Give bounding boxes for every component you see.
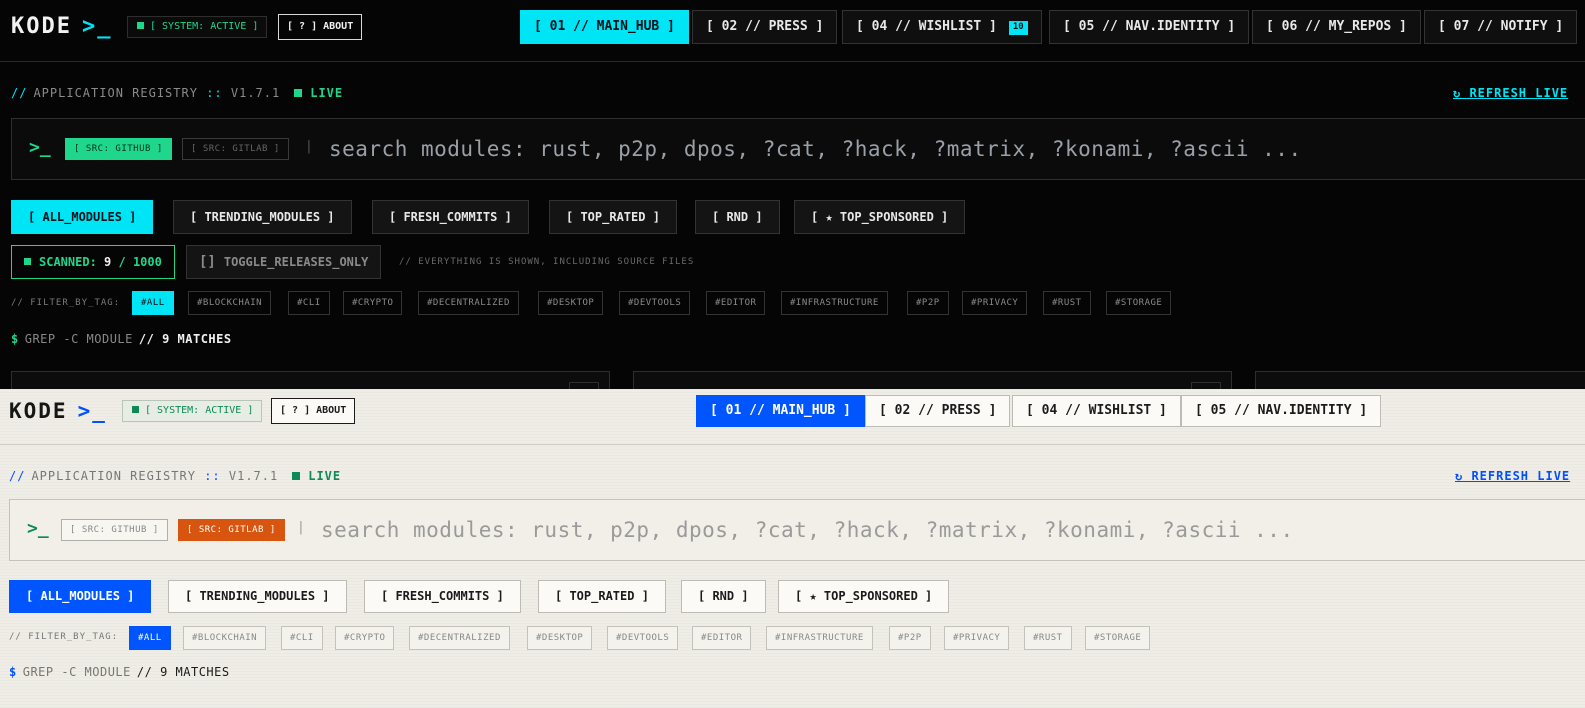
filter-top-sponsored[interactable]: [ ★ TOP_SPONSORED ] bbox=[794, 200, 966, 234]
filter-all-modules[interactable]: [ ALL_MODULES ] bbox=[11, 200, 154, 234]
filter-rnd[interactable]: [ RND ] bbox=[681, 580, 766, 613]
tag-blockchain[interactable]: #BLOCKCHAIN bbox=[188, 291, 272, 315]
tag-rust[interactable]: #RUST bbox=[1024, 626, 1072, 650]
filter-fresh-commits[interactable]: [ FRESH_COMMITS ] bbox=[364, 580, 521, 613]
registry-header: //APPLICATION REGISTRY :: V1.7.1 LIVE bbox=[11, 86, 344, 100]
tag-decentralized[interactable]: #DECENTRALIZED bbox=[418, 291, 519, 315]
logo[interactable]: KODE >_ bbox=[11, 14, 112, 39]
dark-theme-panel: KODE >_ [ SYSTEM: ACTIVE ] [ ? ] ABOUT [ … bbox=[0, 0, 1585, 392]
top-navbar: KODE >_ [ SYSTEM: ACTIVE ] [ ? ] ABOUT [ … bbox=[0, 0, 1585, 62]
search-input[interactable] bbox=[329, 131, 1529, 167]
tag-privacy[interactable]: #PRIVACY bbox=[944, 626, 1010, 650]
tag-cli[interactable]: #CLI bbox=[288, 291, 330, 315]
nav-main-hub[interactable]: [ 01 // MAIN_HUB ] bbox=[520, 10, 689, 44]
tag-cli[interactable]: #CLI bbox=[281, 626, 323, 650]
system-status-badge: [ SYSTEM: ACTIVE ] bbox=[122, 400, 263, 422]
tag-editor[interactable]: #EDITOR bbox=[706, 291, 766, 315]
checkbox-icon: [] bbox=[199, 254, 216, 270]
tag-desktop[interactable]: #DESKTOP bbox=[538, 291, 604, 315]
live-square-icon bbox=[292, 472, 301, 480]
nav-main-hub[interactable]: [ 01 // MAIN_HUB ] bbox=[696, 395, 865, 427]
tag-blockchain[interactable]: #BLOCKCHAIN bbox=[183, 626, 267, 650]
tag-crypto[interactable]: #CRYPTO bbox=[335, 626, 395, 650]
tag-devtools[interactable]: #DEVTOOLS bbox=[607, 626, 679, 650]
live-indicator: LIVE bbox=[294, 86, 343, 100]
nav-identity[interactable]: [ 05 // NAV.IDENTITY ] bbox=[1049, 10, 1250, 44]
grep-result-line: $ GREP -C MODULE// 9 MATCHES bbox=[11, 332, 232, 346]
tag-crypto[interactable]: #CRYPTO bbox=[343, 291, 403, 315]
light-theme-panel: KODE >_ [ SYSTEM: ACTIVE ] [ ? ] ABOUT [ … bbox=[0, 389, 1585, 708]
tag-desktop[interactable]: #DESKTOP bbox=[527, 626, 593, 650]
src-github-toggle[interactable]: [ SRC: GITHUB ] bbox=[61, 519, 168, 541]
search-bar: >_ [ SRC: GITHUB ] [ SRC: GITLAB ] | bbox=[11, 118, 1585, 180]
logo[interactable]: KODE >_ bbox=[9, 399, 107, 423]
filter-rnd[interactable]: [ RND ] bbox=[695, 200, 780, 234]
tag-all[interactable]: #ALL bbox=[129, 626, 171, 650]
tag-storage[interactable]: #STORAGE bbox=[1085, 626, 1151, 650]
tag-editor[interactable]: #EDITOR bbox=[692, 626, 752, 650]
system-status-badge: [ SYSTEM: ACTIVE ] bbox=[127, 16, 268, 38]
status-square-icon bbox=[137, 22, 144, 29]
filter-top-sponsored[interactable]: [ ★ TOP_SPONSORED ] bbox=[778, 580, 950, 613]
search-prompt-icon: >_ bbox=[29, 137, 51, 158]
nav-press[interactable]: [ 02 // PRESS ] bbox=[692, 10, 838, 44]
toggle-hint: // EVERYTHING IS SHOWN, INCLUDING SOURCE… bbox=[399, 257, 695, 267]
filter-top-rated[interactable]: [ TOP_RATED ] bbox=[549, 200, 677, 234]
toggle-releases-only[interactable]: [] TOGGLE_RELEASES_ONLY bbox=[186, 245, 382, 279]
scanned-counter: SCANNED: 9 / 1000 bbox=[11, 245, 175, 279]
status-square-icon bbox=[132, 406, 139, 413]
logo-prompt-icon: >_ bbox=[77, 399, 107, 423]
tag-devtools[interactable]: #DEVTOOLS bbox=[619, 291, 691, 315]
scanned-square-icon bbox=[24, 258, 31, 265]
wishlist-count-badge: 10 bbox=[1008, 21, 1028, 35]
nav-my-repos[interactable]: [ 06 // MY_REPOS ] bbox=[1252, 10, 1421, 44]
nav-press[interactable]: [ 02 // PRESS ] bbox=[865, 395, 1011, 427]
about-button[interactable]: [ ? ] ABOUT bbox=[278, 14, 363, 40]
nav-notify[interactable]: [ 07 // NOTIFY ] bbox=[1424, 10, 1578, 44]
refresh-live-link[interactable]: ↻ REFRESH LIVE bbox=[1453, 86, 1568, 100]
tag-decentralized[interactable]: #DECENTRALIZED bbox=[409, 626, 510, 650]
filter-top-rated[interactable]: [ TOP_RATED ] bbox=[538, 580, 666, 613]
tag-infrastructure[interactable]: #INFRASTRUCTURE bbox=[781, 291, 888, 315]
filter-trending[interactable]: [ TRENDING_MODULES ] bbox=[168, 580, 347, 613]
tag-p2p[interactable]: #P2P bbox=[907, 291, 949, 315]
search-divider: | bbox=[305, 139, 313, 154]
tag-filter-label: // FILTER_BY_TAG: bbox=[11, 298, 121, 308]
tag-privacy[interactable]: #PRIVACY bbox=[962, 291, 1028, 315]
tag-filter-label: // FILTER_BY_TAG: bbox=[9, 632, 119, 642]
search-input[interactable] bbox=[321, 512, 1521, 548]
refresh-live-link[interactable]: ↻ REFRESH LIVE bbox=[1455, 469, 1570, 483]
nav-wishlist[interactable]: [ 04 // WISHLIST ] bbox=[1012, 395, 1181, 427]
top-navbar: KODE >_ [ SYSTEM: ACTIVE ] [ ? ] ABOUT [ … bbox=[0, 389, 1585, 445]
logo-prompt-icon: >_ bbox=[81, 14, 113, 39]
nav-identity[interactable]: [ 05 // NAV.IDENTITY ] bbox=[1181, 395, 1382, 427]
nav-wishlist[interactable]: [ 04 // WISHLIST ] 10 bbox=[842, 10, 1042, 44]
grep-result-line: $ GREP -C MODULE// 9 MATCHES bbox=[9, 665, 230, 679]
tag-p2p[interactable]: #P2P bbox=[889, 626, 931, 650]
filter-fresh-commits[interactable]: [ FRESH_COMMITS ] bbox=[372, 200, 529, 234]
src-gitlab-toggle[interactable]: [ SRC: GITLAB ] bbox=[182, 138, 289, 160]
tag-rust[interactable]: #RUST bbox=[1043, 291, 1091, 315]
src-github-toggle[interactable]: [ SRC: GITHUB ] bbox=[65, 138, 172, 160]
live-square-icon bbox=[294, 89, 303, 97]
filter-trending[interactable]: [ TRENDING_MODULES ] bbox=[173, 200, 352, 234]
filter-all-modules[interactable]: [ ALL_MODULES ] bbox=[9, 580, 152, 613]
search-prompt-icon: >_ bbox=[27, 518, 49, 539]
tag-infrastructure[interactable]: #INFRASTRUCTURE bbox=[766, 626, 873, 650]
tag-storage[interactable]: #STORAGE bbox=[1106, 291, 1172, 315]
about-button[interactable]: [ ? ] ABOUT bbox=[271, 398, 356, 424]
search-bar: >_ [ SRC: GITHUB ] [ SRC: GITLAB ] | bbox=[9, 499, 1585, 561]
search-divider: | bbox=[297, 520, 305, 535]
live-indicator: LIVE bbox=[292, 469, 341, 483]
src-gitlab-toggle[interactable]: [ SRC: GITLAB ] bbox=[178, 519, 285, 541]
tag-all[interactable]: #ALL bbox=[132, 291, 174, 315]
registry-header: //APPLICATION REGISTRY :: V1.7.1 LIVE bbox=[9, 469, 342, 483]
